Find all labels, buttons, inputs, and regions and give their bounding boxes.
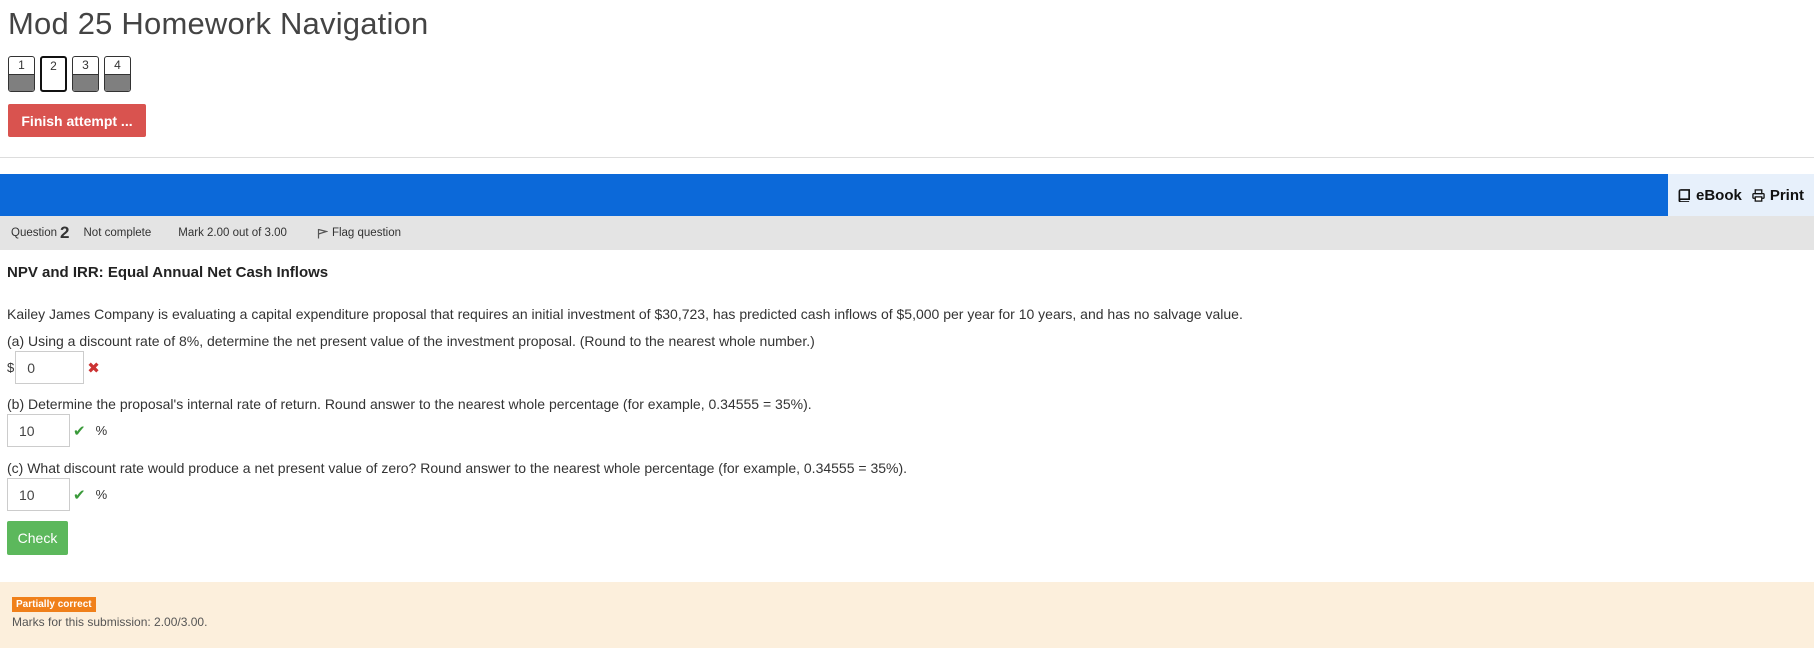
feedback-panel: Partially correct Marks for this submiss… (0, 582, 1814, 648)
part-a-prompt: (a) Using a discount rate of 8%, determi… (7, 333, 815, 349)
question-answered-indicator (9, 74, 34, 91)
ebook-label: eBook (1695, 186, 1742, 204)
question-nav-number: 2 (50, 59, 57, 73)
question-nav-number: 4 (114, 58, 121, 72)
part-a-answer-row: $ ✖ (7, 351, 100, 384)
section-divider (0, 157, 1814, 158)
percent-symbol: % (95, 423, 108, 438)
question-nav-button-3[interactable]: 3 (72, 56, 99, 92)
flag-icon (317, 228, 328, 238)
printer-icon (1752, 188, 1765, 202)
print-label: Print (1769, 186, 1804, 204)
part-b-answer-row: ✔ % (7, 414, 107, 447)
part-a-answer-input[interactable] (15, 351, 85, 384)
part-b-prompt: (b) Determine the proposal's internal ra… (7, 396, 812, 412)
question-title: NPV and IRR: Equal Annual Net Cash Inflo… (7, 264, 329, 281)
partially-correct-badge: Partially correct (12, 597, 96, 612)
check-button[interactable]: Check (7, 521, 68, 555)
incorrect-icon: ✖ (87, 359, 100, 377)
toolbar-banner: eBook Print (0, 174, 1814, 216)
correct-check-icon: ✔ (73, 422, 86, 440)
question-label: Question (11, 227, 58, 239)
resource-tools: eBook Print (1667, 174, 1814, 216)
question-nav-number: 1 (18, 58, 25, 72)
navigation-title: Mod 25 Homework Navigation (8, 6, 429, 41)
flag-question-link[interactable]: Flag question (317, 227, 401, 239)
question-nav-button-1[interactable]: 1 (8, 56, 35, 92)
question-state: Not complete (83, 227, 152, 239)
question-intro: Kailey James Company is evaluating a cap… (7, 306, 1243, 322)
part-c-prompt: (c) What discount rate would produce a n… (7, 460, 908, 476)
question-navigation: 1 2 3 4 (8, 56, 131, 92)
question-answered-indicator (73, 74, 98, 91)
finish-attempt-button[interactable]: Finish attempt ... (8, 104, 146, 137)
part-c-answer-row: ✔ % (7, 478, 107, 511)
print-link[interactable]: Print (1752, 187, 1804, 204)
question-info-bar: Question 2 Not complete Mark 2.00 out of… (0, 216, 1814, 250)
flag-question-label: Flag question (331, 227, 401, 239)
part-b-answer-input[interactable] (7, 414, 70, 447)
question-nav-button-4[interactable]: 4 (104, 56, 131, 92)
ebook-link[interactable]: eBook (1678, 187, 1742, 204)
question-number: 2 (60, 223, 70, 242)
question-answered-indicator (105, 74, 130, 91)
percent-symbol: % (95, 487, 108, 502)
part-c-answer-input[interactable] (7, 478, 70, 511)
question-nav-button-2[interactable]: 2 (40, 56, 67, 92)
question-nav-number: 3 (82, 58, 89, 72)
correct-check-icon: ✔ (73, 486, 86, 504)
currency-symbol: $ (7, 360, 15, 375)
question-grade: Mark 2.00 out of 3.00 (178, 227, 287, 239)
book-icon (1678, 188, 1690, 202)
marks-for-submission: Marks for this submission: 2.00/3.00. (12, 615, 208, 629)
